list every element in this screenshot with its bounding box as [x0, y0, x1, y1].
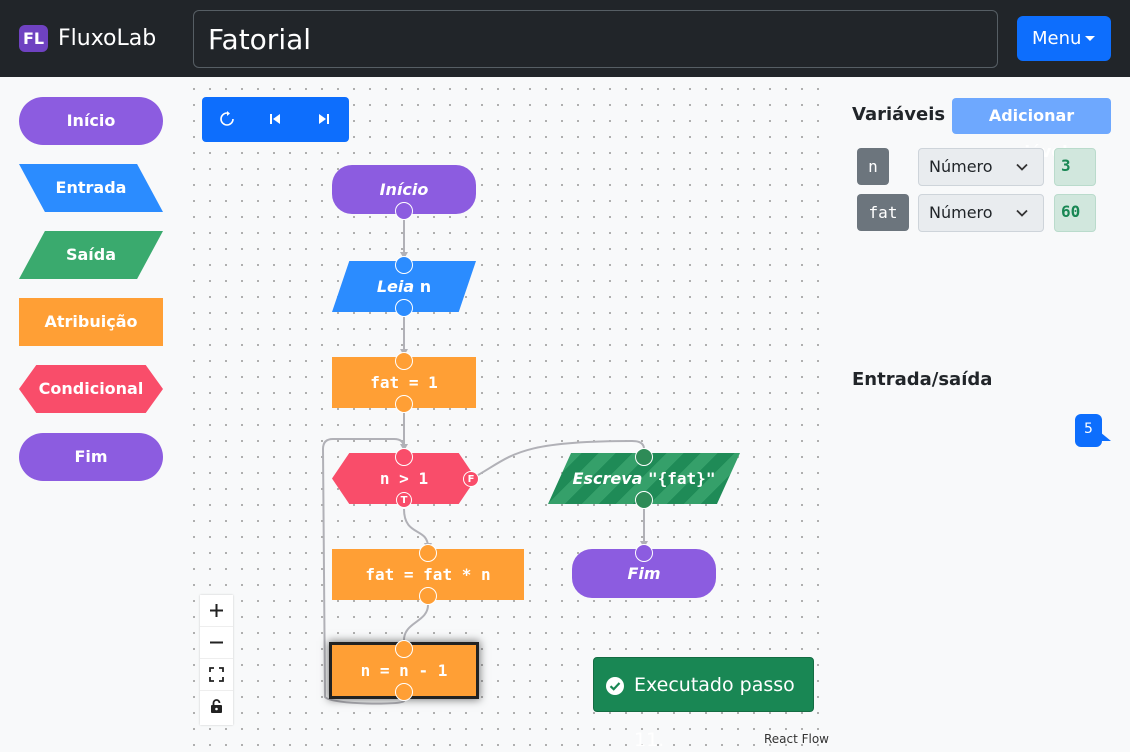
node-write-expr: "{fat}"	[648, 469, 716, 488]
lock-button[interactable]	[200, 691, 233, 723]
node-write-keyword: Escreva	[572, 469, 643, 488]
io-bubble-tail	[1100, 432, 1111, 441]
variable-value: 60	[1054, 194, 1096, 232]
handle-cond-false[interactable]: F	[463, 471, 479, 487]
reset-button[interactable]	[202, 97, 251, 142]
execution-controls	[202, 97, 349, 142]
variable-type-select[interactable]: Número	[918, 148, 1044, 186]
add-variable-button[interactable]: Adicionar variável	[952, 98, 1111, 161]
variable-type-value: Número	[929, 157, 993, 176]
top-navbar: FL FluxoLab Menu	[0, 0, 1130, 77]
variable-type-select[interactable]: Número	[918, 194, 1044, 232]
node-condition-label: n > 1	[379, 469, 429, 488]
handle-assign3-out[interactable]	[395, 683, 413, 701]
app-name: FluxoLab	[58, 26, 157, 51]
handle-end-in[interactable]	[635, 544, 653, 562]
node-assign-fat-mul-label: fat = fat * n	[365, 565, 491, 584]
step-back-icon	[270, 114, 280, 124]
chevron-down-icon	[1016, 209, 1028, 217]
palette-input-block[interactable]: Entrada	[19, 164, 163, 212]
variable-name: n	[857, 148, 889, 185]
step-back-button[interactable]	[251, 97, 300, 142]
palette-output-block[interactable]: Saída	[19, 231, 163, 279]
palette-assign-block[interactable]: Atribuição	[19, 298, 163, 346]
side-panel: Variáveis Adicionar variável n Número 3 …	[833, 77, 1130, 752]
step-forward-icon	[319, 114, 329, 124]
flow-canvas[interactable]: Início Leia n fat = 1 n > 1 F T Escreva …	[182, 77, 833, 752]
handle-assign2-in[interactable]	[419, 544, 437, 562]
fit-view-button[interactable]	[200, 659, 233, 691]
handle-write-in[interactable]	[635, 448, 653, 466]
lock-icon	[211, 699, 222, 713]
fit-view-icon	[209, 667, 224, 682]
zoom-out-button[interactable]	[200, 627, 233, 659]
handle-read-out[interactable]	[395, 299, 413, 317]
variable-value: 3	[1054, 148, 1096, 186]
handle-assign2-out[interactable]	[419, 587, 437, 605]
palette-start-block[interactable]: Início	[19, 97, 163, 145]
edge-assign2-assign3	[403, 604, 429, 641]
variable-name: fat	[857, 194, 909, 231]
step-toast: Executado passo 11.	[593, 657, 814, 751]
block-palette: Início Entrada Saída Atribuição Condicio…	[0, 77, 182, 752]
node-assign-n-dec-label: n = n - 1	[360, 661, 448, 680]
palette-end-block[interactable]: Fim	[19, 433, 163, 481]
handle-assign1-in[interactable]	[395, 352, 413, 370]
handle-cond-in[interactable]	[395, 448, 413, 466]
react-flow-attribution[interactable]: React Flow	[764, 732, 829, 746]
plus-icon	[210, 604, 223, 617]
caret-down-icon	[1085, 36, 1095, 41]
menu-button[interactable]: Menu	[1017, 16, 1111, 61]
zoom-controls	[200, 595, 233, 725]
app-logo: FL	[19, 25, 48, 52]
handle-read-in[interactable]	[395, 256, 413, 274]
variables-title: Variáveis	[852, 104, 946, 125]
chevron-down-icon	[1016, 163, 1028, 171]
menu-button-label: Menu	[1032, 28, 1082, 49]
handle-assign1-out[interactable]	[395, 395, 413, 413]
edge-cond-true	[403, 508, 429, 548]
program-title-input[interactable]	[193, 10, 998, 68]
variable-type-value: Número	[929, 203, 993, 222]
io-message-bubble: 5	[1075, 414, 1102, 447]
io-title: Entrada/saída	[852, 369, 993, 390]
check-circle-icon	[606, 677, 624, 695]
node-read-var: n	[419, 277, 432, 296]
step-forward-button[interactable]	[300, 97, 349, 142]
node-assign-fat-init-label: fat = 1	[370, 373, 438, 392]
handle-start-out[interactable]	[395, 202, 413, 220]
flow-edges	[321, 220, 648, 705]
node-read-keyword: Leia	[376, 277, 415, 296]
node-end-label: Fim	[627, 564, 661, 583]
palette-condition-block[interactable]: Condicional	[19, 365, 163, 413]
reset-icon	[220, 111, 234, 126]
handle-assign3-in[interactable]	[395, 640, 413, 658]
zoom-in-button[interactable]	[200, 595, 233, 627]
minus-icon	[210, 641, 223, 644]
handle-write-out[interactable]	[635, 491, 653, 509]
handle-cond-true[interactable]: T	[396, 492, 412, 508]
node-start-label: Início	[379, 180, 429, 199]
